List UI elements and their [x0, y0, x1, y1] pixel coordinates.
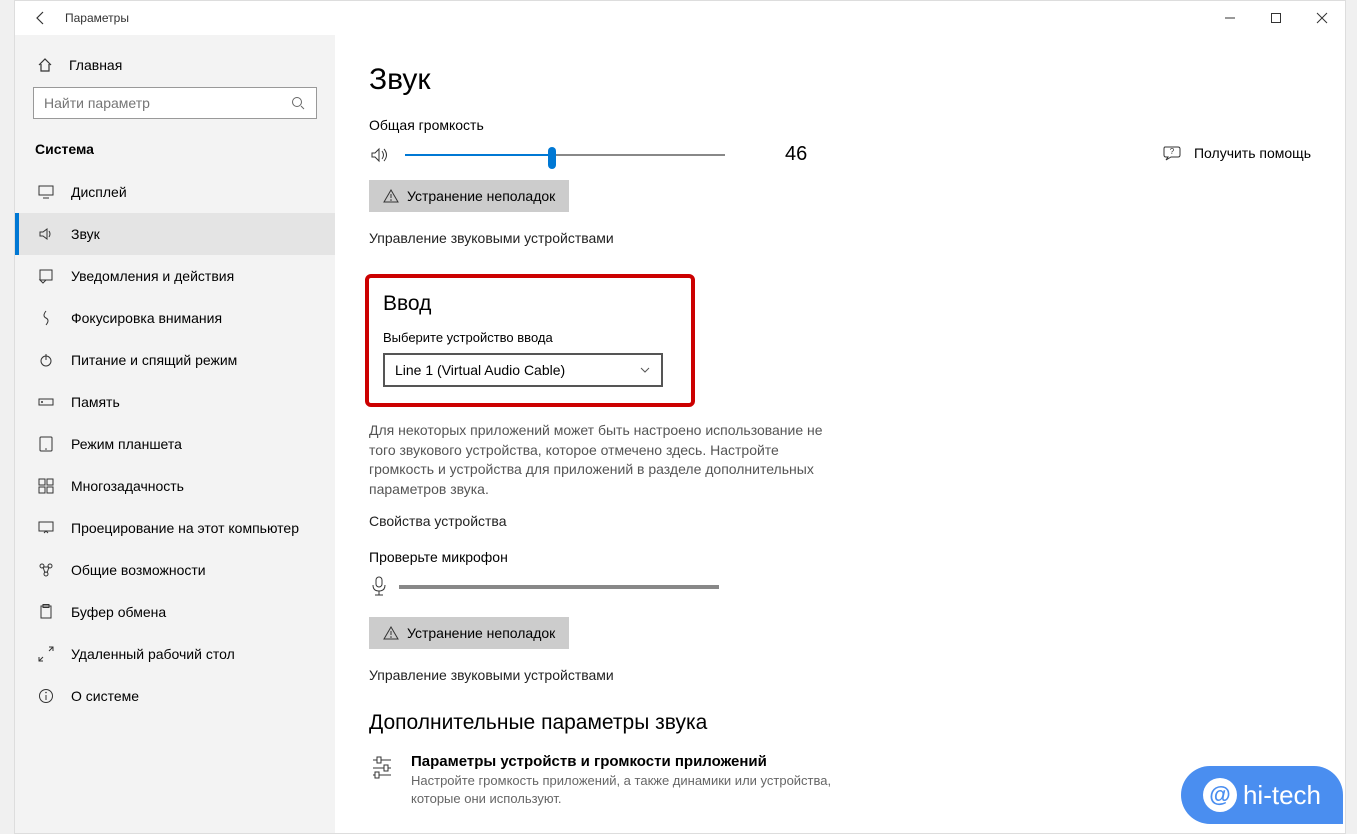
sidebar-item-notifications[interactable]: Уведомления и действия [15, 255, 335, 297]
home-icon [35, 57, 55, 73]
project-icon [35, 519, 57, 537]
sidebar-item-tablet[interactable]: Режим планшета [15, 423, 335, 465]
shared-icon [35, 561, 57, 579]
troubleshoot-input-label: Устранение неполадок [407, 625, 555, 641]
input-heading: Ввод [383, 292, 677, 316]
sidebar: Главная Система Дисплей [15, 35, 335, 833]
chevron-down-icon [639, 364, 651, 376]
page-title: Звук [369, 63, 1315, 97]
volume-icon [369, 144, 395, 166]
warning-icon [383, 188, 399, 204]
sidebar-item-label: Питание и спящий режим [71, 352, 237, 368]
multitask-icon [35, 477, 57, 495]
input-device-dropdown[interactable]: Line 1 (Virtual Audio Cable) [383, 353, 663, 387]
troubleshoot-input-button[interactable]: Устранение неполадок [369, 617, 569, 649]
watermark-text: hi-tech [1243, 780, 1321, 811]
help-icon: ? [1162, 143, 1182, 163]
sidebar-item-remote[interactable]: Удаленный рабочий стол [15, 633, 335, 675]
manage-input-devices-link[interactable]: Управление звуковыми устройствами [369, 667, 1315, 683]
sidebar-item-focus[interactable]: Фокусировка внимания [15, 297, 335, 339]
storage-icon [35, 393, 57, 411]
sidebar-item-shared[interactable]: Общие возможности [15, 549, 335, 591]
input-highlight-box: Ввод Выберите устройство ввода Line 1 (V… [365, 274, 695, 407]
watermark-badge: @ hi-tech [1181, 766, 1343, 824]
mic-level-bar [399, 585, 719, 589]
sidebar-item-label: Удаленный рабочий стол [71, 646, 235, 662]
sidebar-item-storage[interactable]: Память [15, 381, 335, 423]
sidebar-item-label: Проецирование на этот компьютер [71, 520, 299, 536]
sidebar-item-sound[interactable]: Звук [15, 213, 335, 255]
sidebar-item-label: Многозадачность [71, 478, 184, 494]
sound-icon [35, 225, 57, 243]
sidebar-item-label: Дисплей [71, 184, 127, 200]
main-content: ? Получить помощь Звук Общая громкость 4… [335, 35, 1345, 833]
warning-icon [383, 625, 399, 641]
tablet-icon [35, 435, 57, 453]
remote-icon [35, 645, 57, 663]
minimize-button[interactable] [1207, 1, 1253, 35]
test-mic-label: Проверьте микрофон [369, 549, 1315, 565]
microphone-icon [369, 575, 389, 599]
volume-slider[interactable] [405, 145, 725, 165]
home-nav[interactable]: Главная [15, 49, 335, 81]
advanced-app-volume-link[interactable]: Параметры устройств и громкости приложен… [369, 753, 1315, 807]
troubleshoot-output-label: Устранение неполадок [407, 188, 555, 204]
choose-input-label: Выберите устройство ввода [383, 330, 677, 345]
display-icon [35, 183, 57, 201]
sidebar-item-about[interactable]: О системе [15, 675, 335, 717]
input-device-selected: Line 1 (Virtual Audio Cable) [395, 362, 565, 378]
advanced-item-desc: Настройте громкость приложений, а также … [411, 772, 871, 807]
sidebar-item-display[interactable]: Дисплей [15, 171, 335, 213]
troubleshoot-output-button[interactable]: Устранение неполадок [369, 180, 569, 212]
device-properties-link[interactable]: Свойства устройства [369, 513, 1315, 529]
close-button[interactable] [1299, 1, 1345, 35]
search-input[interactable] [44, 95, 290, 111]
sidebar-item-label: Общие возможности [71, 562, 206, 578]
settings-window: Параметры Главная [14, 0, 1346, 834]
sidebar-item-multitask[interactable]: Многозадачность [15, 465, 335, 507]
notifications-icon [35, 267, 57, 285]
sidebar-item-label: Фокусировка внимания [71, 310, 222, 326]
sidebar-item-label: Режим планшета [71, 436, 182, 452]
get-help-link[interactable]: ? Получить помощь [1162, 143, 1311, 163]
clipboard-icon [35, 603, 57, 621]
sidebar-group-title: Система [15, 131, 335, 171]
volume-label: Общая громкость [369, 117, 1315, 133]
manage-output-devices-link[interactable]: Управление звуковыми устройствами [369, 230, 1315, 246]
sidebar-item-label: Память [71, 394, 120, 410]
power-icon [35, 351, 57, 369]
svg-text:?: ? [1170, 147, 1175, 156]
back-button[interactable] [23, 1, 59, 35]
window-title: Параметры [65, 11, 129, 25]
about-icon [35, 687, 57, 705]
maximize-button[interactable] [1253, 1, 1299, 35]
get-help-label: Получить помощь [1194, 145, 1311, 161]
sidebar-item-clipboard[interactable]: Буфер обмена [15, 591, 335, 633]
sidebar-item-label: Уведомления и действия [71, 268, 234, 284]
search-input-wrap[interactable] [33, 87, 317, 119]
advanced-heading: Дополнительные параметры звука [369, 711, 1315, 735]
home-label: Главная [69, 57, 122, 73]
sidebar-item-label: Буфер обмена [71, 604, 166, 620]
volume-value: 46 [785, 143, 807, 166]
sidebar-item-label: О системе [71, 688, 139, 704]
search-icon [290, 95, 306, 111]
sidebar-item-label: Звук [71, 226, 100, 242]
sliders-icon [369, 753, 395, 779]
advanced-item-title: Параметры устройств и громкости приложен… [411, 753, 871, 770]
sidebar-item-projecting[interactable]: Проецирование на этот компьютер [15, 507, 335, 549]
focus-icon [35, 309, 57, 327]
input-note: Для некоторых приложений может быть наст… [369, 421, 829, 499]
sidebar-item-power[interactable]: Питание и спящий режим [15, 339, 335, 381]
at-icon: @ [1203, 778, 1237, 812]
titlebar: Параметры [15, 1, 1345, 35]
